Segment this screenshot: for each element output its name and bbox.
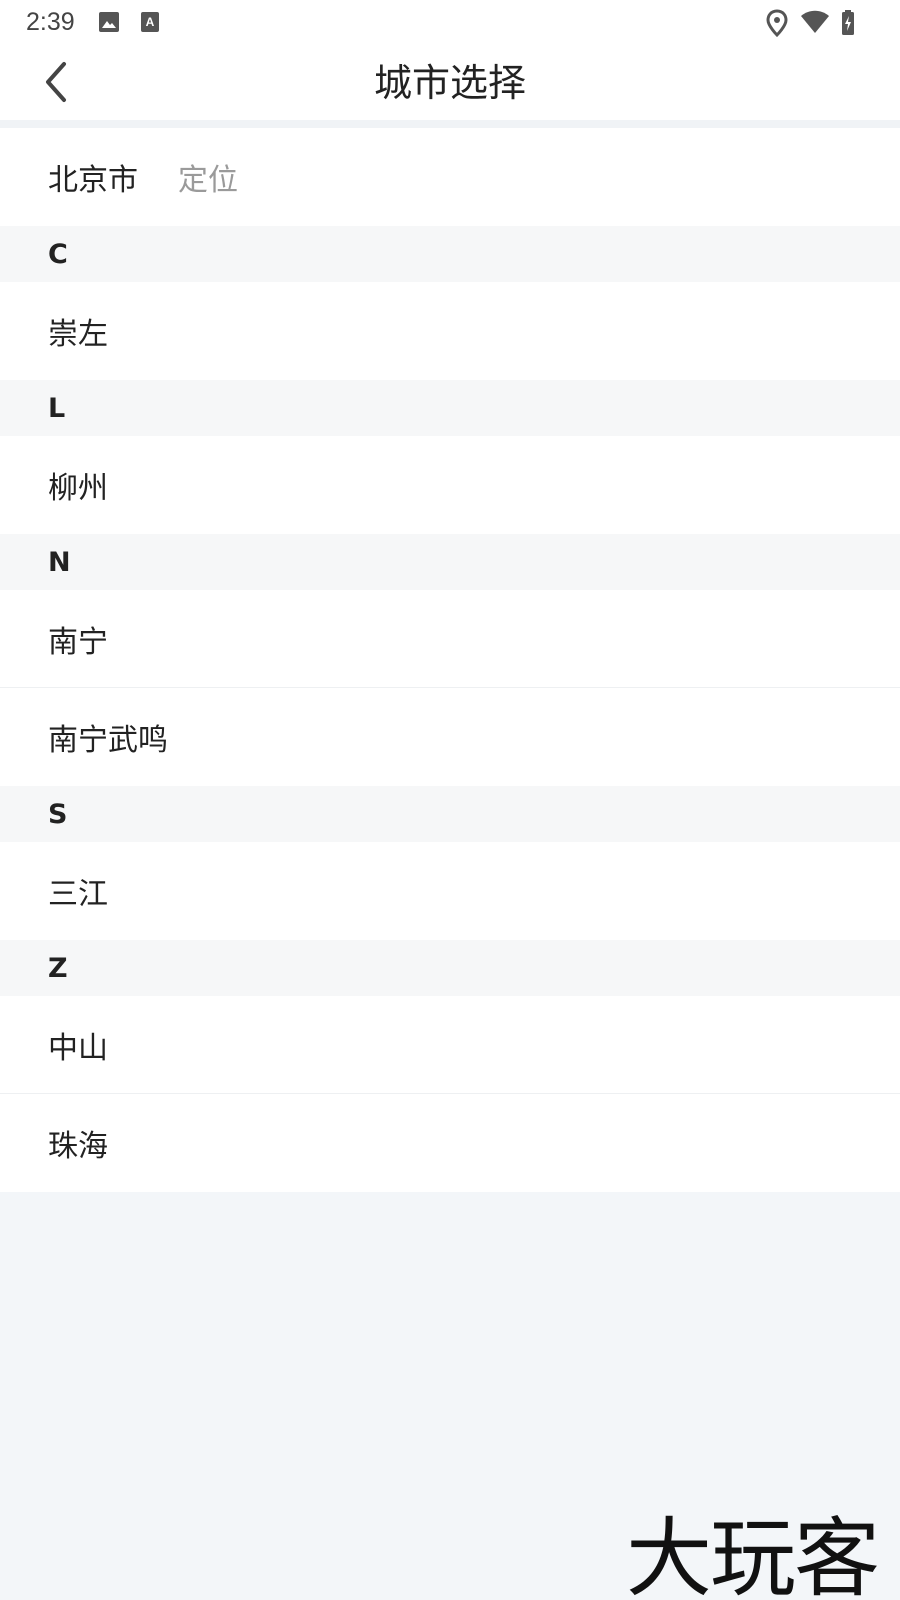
- header-divider: [0, 120, 900, 128]
- chevron-left-icon: [40, 60, 70, 108]
- page-title: 城市选择: [373, 61, 526, 105]
- section-header-z: Z: [0, 940, 900, 996]
- header: 城市选择: [0, 46, 900, 120]
- city-item[interactable]: 崇左: [0, 282, 900, 380]
- city-item[interactable]: 南宁武鸣: [0, 688, 900, 786]
- section-header-l: L: [0, 380, 900, 436]
- status-bar: 2:39 A: [0, 0, 900, 46]
- section-header-c: C: [0, 226, 900, 282]
- location-pin-icon: [766, 9, 788, 41]
- section-header-s: S: [0, 786, 900, 842]
- svg-text:A: A: [146, 15, 155, 29]
- city-item[interactable]: 中山: [0, 996, 900, 1094]
- wifi-icon: [800, 9, 830, 39]
- location-tag: 定位: [178, 163, 238, 198]
- city-item[interactable]: 南宁: [0, 590, 900, 688]
- city-item[interactable]: 三江: [0, 842, 900, 940]
- city-list: 北京市 定位 C 崇左 L 柳州 N 南宁 南宁武鸣 S 三江 Z 中山 珠海: [0, 128, 900, 1192]
- current-location-row[interactable]: 北京市 定位: [0, 128, 900, 226]
- accessibility-a-icon: A: [140, 11, 162, 33]
- current-city-label: 北京市: [48, 163, 138, 198]
- back-button[interactable]: [30, 56, 80, 112]
- image-icon: [98, 11, 120, 33]
- battery-icon: [840, 9, 856, 41]
- city-item[interactable]: 珠海: [0, 1094, 900, 1192]
- watermark-logo: 大玩客: [626, 1509, 880, 1600]
- status-time: 2:39: [26, 8, 75, 36]
- section-header-n: N: [0, 534, 900, 590]
- city-item[interactable]: 柳州: [0, 436, 900, 534]
